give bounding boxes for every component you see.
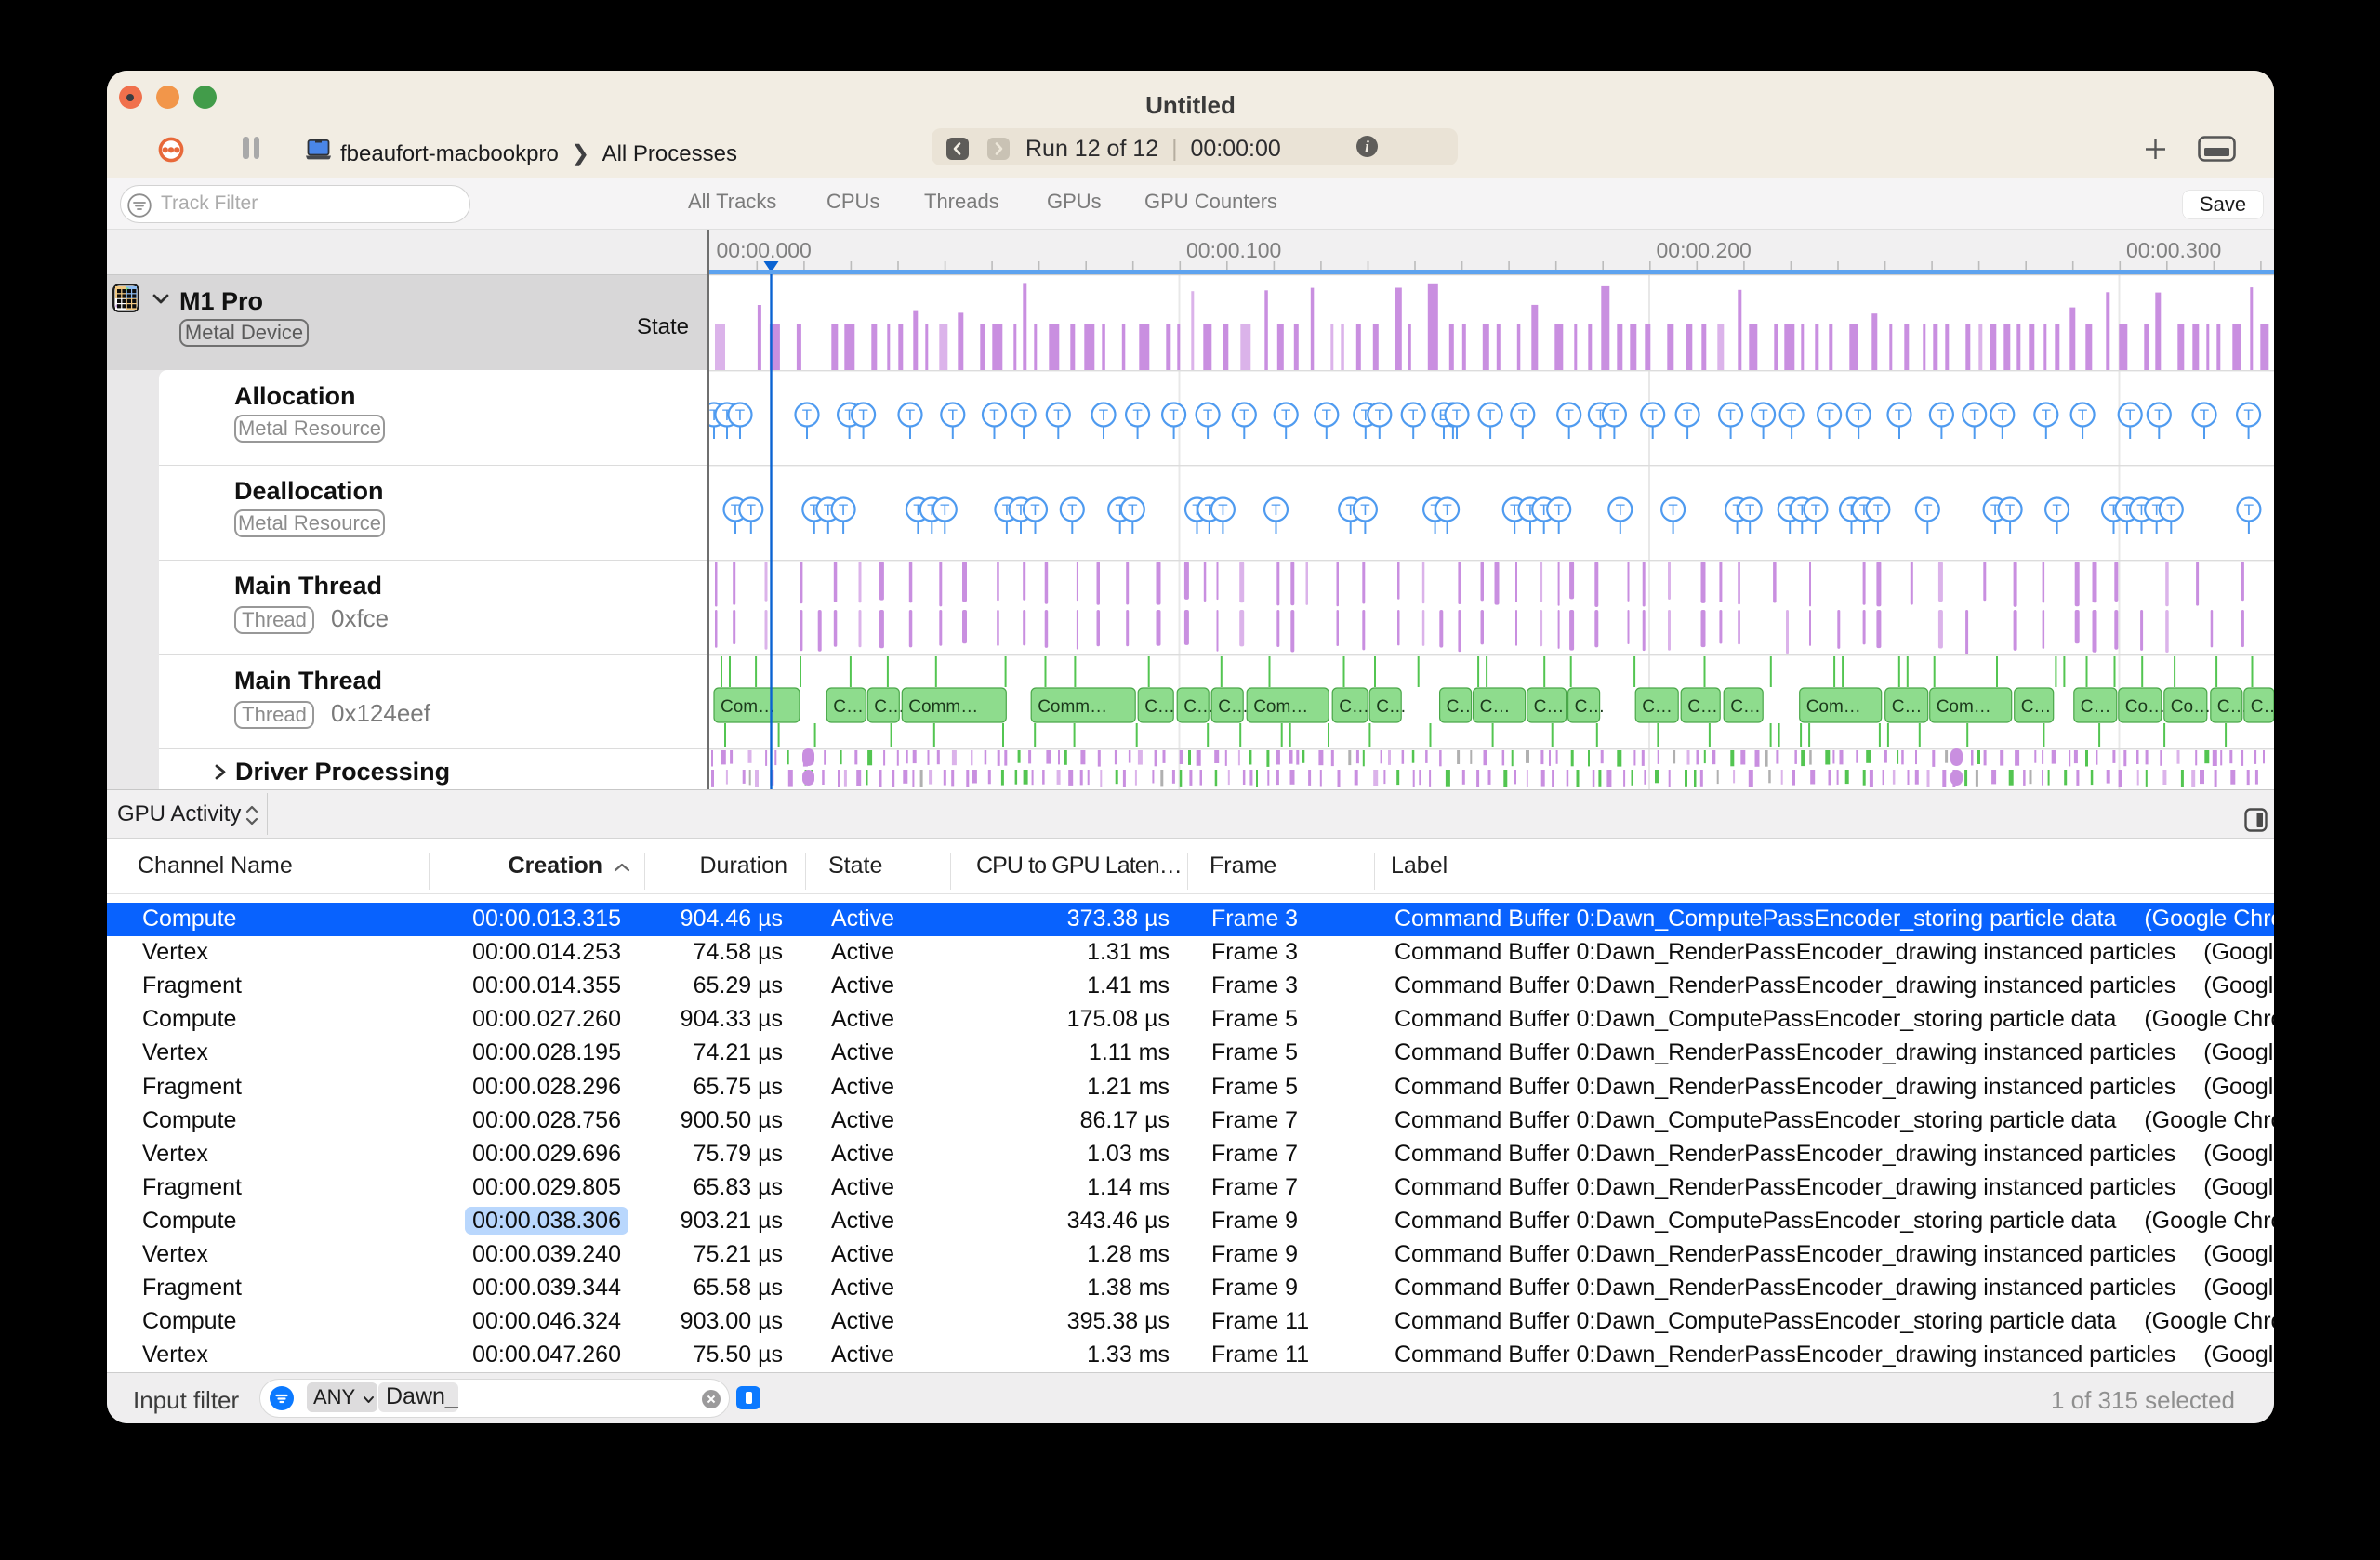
svg-text:T: T [858, 406, 867, 424]
svg-text:Comm…: Comm… [908, 697, 978, 717]
svg-text:T: T [1895, 406, 1904, 424]
svg-text:T: T [948, 406, 958, 424]
svg-text:C…: C… [2021, 697, 2052, 717]
svg-text:C…: C… [874, 697, 905, 717]
svg-text:T: T [2005, 501, 2015, 519]
svg-text:00:00.300: 00:00.300 [2126, 238, 2221, 262]
svg-text:C…: C… [1480, 697, 1511, 717]
svg-text:Com…: Com… [1253, 697, 1308, 717]
svg-text:T: T [906, 406, 915, 424]
svg-text:T: T [1873, 501, 1883, 519]
svg-text:T: T [1923, 501, 1932, 519]
svg-text:T: T [1067, 501, 1077, 519]
svg-text:C…: C… [2081, 697, 2111, 717]
svg-text:00:00.000: 00:00.000 [717, 238, 812, 262]
svg-text:Com…: Com… [1806, 697, 1861, 717]
svg-text:T: T [1683, 406, 1692, 424]
svg-text:C…: C… [2251, 697, 2274, 717]
svg-text:T: T [1811, 501, 1820, 519]
svg-text:C…: C… [1892, 697, 1923, 717]
svg-text:T: T [2166, 501, 2175, 519]
svg-text:T: T [735, 406, 745, 424]
svg-text:00:00.200: 00:00.200 [1657, 238, 1752, 262]
svg-text:T: T [1203, 406, 1212, 424]
svg-text:T: T [1169, 406, 1178, 424]
svg-text:T: T [1239, 406, 1249, 424]
svg-text:T: T [2125, 406, 2135, 424]
svg-text:T: T [1726, 406, 1735, 424]
svg-text:00:00.100: 00:00.100 [1186, 238, 1281, 262]
svg-text:T: T [2154, 406, 2163, 424]
svg-text:Com…: Com… [721, 697, 775, 717]
svg-text:T: T [2200, 406, 2209, 424]
svg-text:C…: C… [2217, 697, 2248, 717]
svg-text:C…: C… [1339, 697, 1369, 717]
svg-text:C…: C… [1447, 697, 1477, 717]
svg-text:T: T [1452, 406, 1461, 424]
svg-text:T: T [1053, 406, 1063, 424]
svg-text:T: T [1132, 406, 1142, 424]
svg-text:T: T [1824, 406, 1833, 424]
svg-text:T: T [2243, 406, 2253, 424]
svg-text:C…: C… [1376, 697, 1407, 717]
svg-text:T: T [1616, 501, 1625, 519]
svg-text:T: T [1854, 406, 1863, 424]
svg-text:Co…: Co… [2125, 697, 2165, 717]
svg-text:T: T [1565, 406, 1574, 424]
svg-text:T: T [1281, 406, 1290, 424]
svg-text:T: T [1442, 501, 1451, 519]
svg-text:C…: C… [1642, 697, 1673, 717]
svg-text:Com…: Com… [1937, 697, 1991, 717]
svg-text:T: T [1019, 406, 1028, 424]
svg-text:T: T [1998, 406, 2007, 424]
svg-text:C…: C… [1183, 697, 1214, 717]
svg-text:T: T [1609, 406, 1619, 424]
svg-text:C…: C… [1687, 697, 1718, 717]
svg-text:T: T [1322, 406, 1331, 424]
svg-text:T: T [1486, 406, 1495, 424]
svg-text:Co…: Co… [2171, 697, 2211, 717]
svg-text:T: T [1099, 406, 1108, 424]
svg-text:C…: C… [1575, 697, 1606, 717]
svg-text:C…: C… [1534, 697, 1565, 717]
svg-text:C…: C… [1730, 697, 1761, 717]
svg-text:C…: C… [833, 697, 864, 717]
svg-text:T: T [940, 501, 949, 519]
svg-text:T: T [1128, 501, 1137, 519]
svg-text:T: T [2078, 406, 2087, 424]
svg-text:T: T [802, 406, 812, 424]
svg-text:Comm…: Comm… [1038, 697, 1107, 717]
svg-text:T: T [2052, 501, 2061, 519]
svg-text:T: T [1554, 501, 1564, 519]
svg-text:T: T [1375, 406, 1384, 424]
svg-text:T: T [989, 406, 998, 424]
svg-text:T: T [1970, 406, 1979, 424]
svg-text:T: T [1937, 406, 1946, 424]
svg-text:T: T [839, 501, 848, 519]
svg-text:T: T [747, 501, 756, 519]
svg-text:T: T [1271, 501, 1280, 519]
svg-text:T: T [2042, 406, 2051, 424]
svg-text:T: T [1745, 501, 1754, 519]
svg-text:T: T [1218, 501, 1227, 519]
svg-text:T: T [1408, 406, 1418, 424]
svg-text:T: T [1360, 501, 1369, 519]
svg-text:T: T [1518, 406, 1527, 424]
svg-text:T: T [1030, 501, 1039, 519]
svg-text:C…: C… [1144, 697, 1175, 717]
svg-text:T: T [1758, 406, 1767, 424]
svg-text:T: T [2244, 501, 2254, 519]
svg-text:T: T [1648, 406, 1658, 424]
svg-text:T: T [1668, 501, 1677, 519]
svg-text:T: T [1787, 406, 1796, 424]
svg-text:C…: C… [1218, 697, 1249, 717]
